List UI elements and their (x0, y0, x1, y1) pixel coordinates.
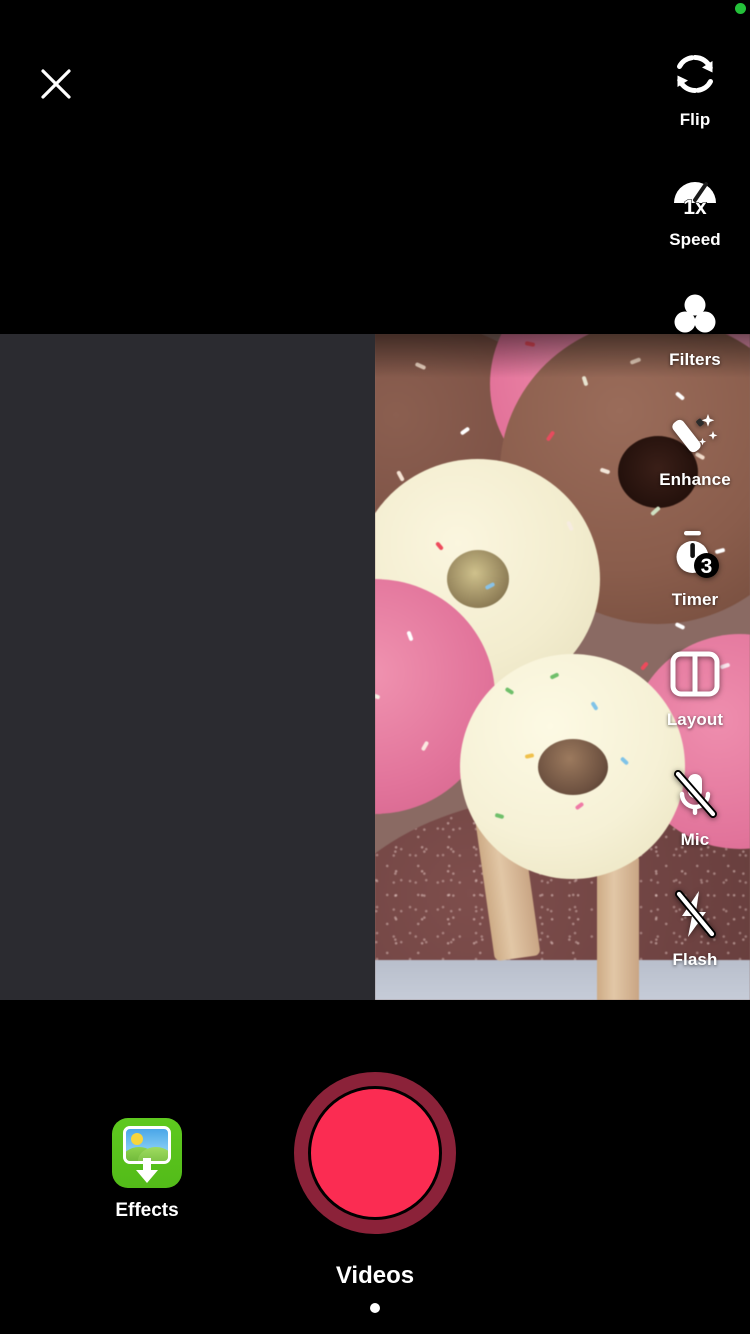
record-button-inner (308, 1086, 442, 1220)
tool-layout[interactable]: Layout (640, 646, 750, 766)
tool-layout-label: Layout (666, 710, 724, 729)
tool-speed-label: Speed (669, 230, 721, 249)
filters-circles-icon (667, 286, 723, 342)
magic-wand-icon (667, 406, 723, 462)
tool-flip[interactable]: Flip (640, 46, 750, 166)
tool-enhance[interactable]: Enhance (640, 406, 750, 526)
svg-text:1x: 1x (683, 196, 707, 219)
tool-mic-label: Mic (680, 830, 710, 849)
camera-screen: Flip 1x Speed Filters Enhance 3 Timer La… (0, 0, 750, 1334)
mode-selector: Videos (0, 1262, 750, 1313)
recording-status-dot (735, 3, 746, 14)
camera-preview[interactable] (0, 334, 750, 1000)
stopwatch-icon: 3 (667, 526, 723, 582)
record-button[interactable] (294, 1072, 456, 1234)
tool-speed[interactable]: 1x Speed (640, 166, 750, 286)
effects-image-download-icon (112, 1118, 182, 1188)
microphone-off-icon (667, 766, 723, 822)
page-dot (370, 1303, 380, 1313)
tool-filters[interactable]: Filters (640, 286, 750, 406)
close-x-icon (41, 69, 71, 99)
tool-flash[interactable]: Flash (640, 886, 750, 1006)
tool-flash-label: Flash (672, 950, 718, 969)
bottom-bar: Effects Videos (0, 1000, 750, 1334)
close-button[interactable] (33, 61, 79, 107)
tool-mic[interactable]: Mic (640, 766, 750, 886)
flash-off-icon (667, 886, 723, 942)
camera-flip-icon (667, 46, 723, 102)
camera-tools-toolbar: Flip 1x Speed Filters Enhance 3 Timer La… (640, 46, 750, 1006)
tool-flip-label: Flip (679, 110, 711, 129)
svg-text:3: 3 (701, 555, 713, 578)
effects-label: Effects (115, 1200, 179, 1221)
effects-button[interactable]: Effects (87, 1118, 207, 1222)
mode-label[interactable]: Videos (336, 1262, 414, 1290)
tool-timer[interactable]: 3 Timer (640, 526, 750, 646)
layout-split-icon (667, 646, 723, 702)
speedometer-icon: 1x (667, 166, 723, 222)
tool-timer-label: Timer (671, 590, 719, 609)
tool-enhance-label: Enhance (659, 470, 731, 489)
preview-empty-panel (0, 334, 375, 1000)
tool-filters-label: Filters (669, 350, 721, 369)
